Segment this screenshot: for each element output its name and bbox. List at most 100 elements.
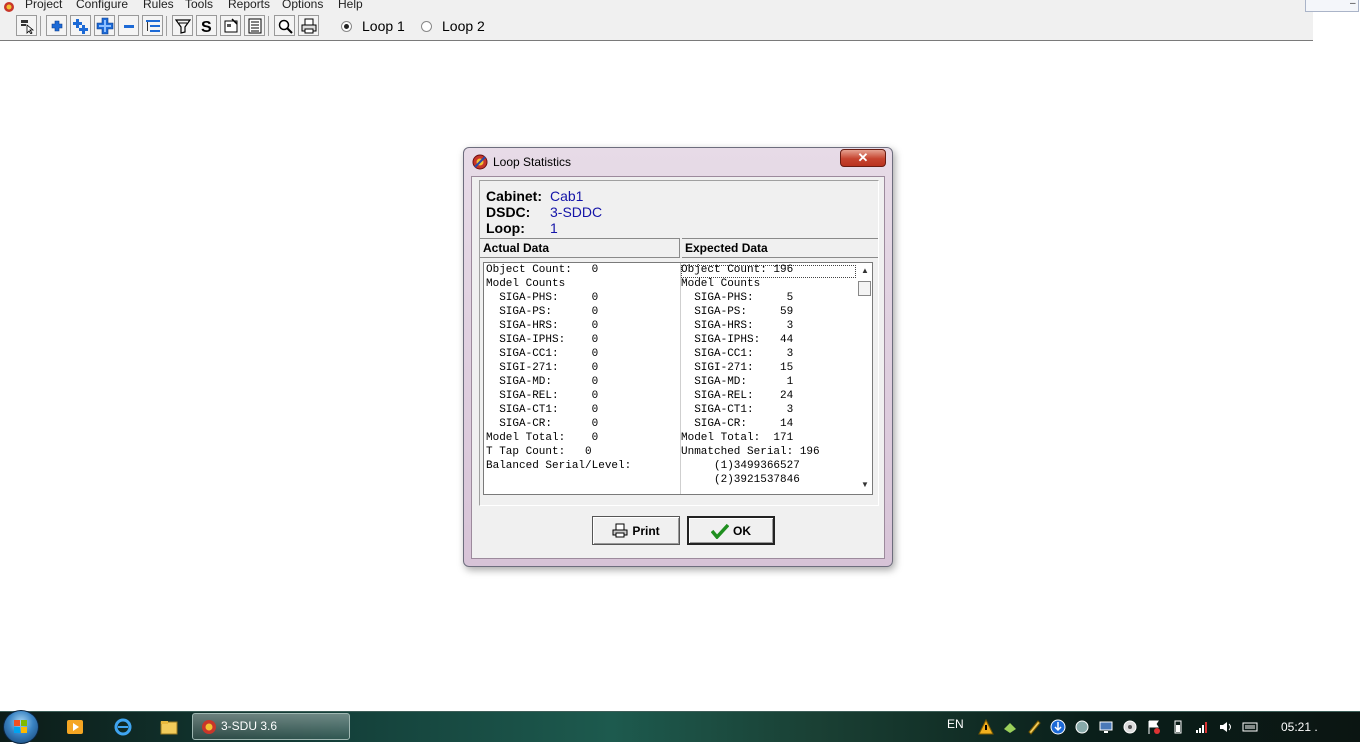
toolbar-separator: [268, 16, 269, 36]
network-tray-icon[interactable]: [1002, 719, 1018, 735]
clock[interactable]: 05:21 .: [1281, 720, 1318, 734]
actual-data-row: SIGA-PS: 0: [486, 306, 599, 318]
data-list-panel[interactable]: Object Count: 0 Model Counts SIGA-PHS: 0 …: [483, 262, 873, 495]
ok-button-label: OK: [733, 523, 751, 538]
remove-device-button[interactable]: [118, 15, 139, 36]
list-view-button[interactable]: [244, 15, 265, 36]
properties-button[interactable]: [220, 15, 241, 36]
taskbar-app-button[interactable]: 3-SDU 3.6: [192, 713, 350, 740]
actual-data-row: Model Counts: [486, 278, 566, 290]
loop-1-option[interactable]: Loop 1: [341, 18, 405, 34]
dsdc-value: 3-SDDC: [550, 204, 603, 220]
actual-data-row: SIGA-CC1: 0: [486, 348, 599, 360]
add-device-button[interactable]: [46, 15, 67, 36]
expected-data-row: SIGA-CT1: 3: [681, 404, 794, 416]
warning-tray-icon[interactable]: [978, 719, 994, 735]
expected-data-row: SIGA-CC1: 3: [681, 348, 794, 360]
windows-logo-icon: [14, 720, 27, 733]
language-indicator[interactable]: EN: [947, 717, 964, 731]
signal-tray-icon[interactable]: [1194, 719, 1210, 735]
app-logo-icon: [4, 2, 14, 12]
zoom-button[interactable]: [274, 15, 295, 36]
monitor-tray-icon[interactable]: [1098, 719, 1114, 735]
loop-label: Loop:: [486, 220, 525, 236]
list-icon: [248, 18, 261, 33]
expected-data-row: Object Count: 196: [681, 264, 794, 276]
internet-explorer-icon[interactable]: [114, 718, 132, 736]
actual-data-row: SIGA-PHS: 0: [486, 292, 599, 304]
printer-icon: [612, 523, 628, 538]
ok-button[interactable]: OK: [687, 516, 775, 545]
start-button[interactable]: [3, 710, 39, 744]
minimize-icon: –: [1350, 0, 1356, 9]
menu-project[interactable]: Project: [25, 0, 62, 10]
actual-data-row: Object Count: 0: [486, 264, 599, 276]
volume-icon[interactable]: [1218, 719, 1234, 735]
expected-data-header: Expected Data: [682, 238, 878, 258]
pen-tray-icon[interactable]: [1026, 719, 1042, 735]
toolbar: S Loop 1 Loop 2: [0, 12, 1313, 41]
taskbar-app-label: 3-SDU 3.6: [221, 719, 278, 733]
pointer-tool-button[interactable]: [16, 15, 37, 36]
action-center-flag-icon[interactable]: [1146, 719, 1162, 735]
scroll-down-icon[interactable]: ▼: [861, 480, 869, 489]
loop-2-radio[interactable]: [421, 20, 432, 32]
print-button[interactable]: Print: [592, 516, 680, 545]
explorer-folder-icon[interactable]: [160, 718, 178, 736]
minimize-button[interactable]: –: [1305, 0, 1359, 12]
pointer-icon: [20, 19, 34, 34]
actual-data-row: SIGA-CT1: 0: [486, 404, 599, 416]
expected-data-row: SIGA-HRS: 3: [681, 320, 794, 332]
filter-button[interactable]: [172, 15, 193, 36]
actual-data-row: SIGA-MD: 0: [486, 376, 599, 388]
media-player-icon[interactable]: [66, 718, 84, 736]
add-multiple-icon: [72, 18, 88, 34]
expected-data-row: SIGA-CR: 14: [681, 418, 794, 430]
toolbar-separator: [166, 16, 167, 36]
properties-icon: [224, 17, 238, 32]
s-tool-button[interactable]: S: [196, 15, 217, 36]
actual-data-row: Model Total: 0: [486, 432, 599, 444]
battery-tray-icon[interactable]: [1170, 719, 1186, 735]
menu-reports[interactable]: Reports: [228, 0, 270, 10]
close-button[interactable]: ✕: [840, 149, 886, 167]
vertical-scrollbar[interactable]: ▲ ▼: [857, 263, 872, 494]
close-icon: ✕: [857, 150, 869, 165]
print-icon: [301, 18, 316, 33]
add-branch-icon: [96, 17, 113, 34]
menu-tools[interactable]: Tools: [185, 0, 213, 10]
expected-data-row: SIGA-REL: 24: [681, 390, 794, 402]
loop-2-label: Loop 2: [442, 18, 485, 34]
remove-icon: [123, 24, 134, 28]
menu-options[interactable]: Options: [282, 0, 323, 10]
keyboard-tray-icon[interactable]: [1242, 719, 1258, 735]
funnel-icon: [174, 18, 191, 34]
cabinet-label: Cabinet:: [486, 188, 542, 204]
actual-data-row: SIGA-HRS: 0: [486, 320, 599, 332]
menu-configure[interactable]: Configure: [76, 0, 128, 10]
download-tray-icon[interactable]: [1050, 719, 1066, 735]
globe-tray-icon[interactable]: [1074, 719, 1090, 735]
app-logo-icon: [202, 720, 216, 734]
expected-data-row: SIGA-PS: 59: [681, 306, 794, 318]
menu-rules[interactable]: Rules: [143, 0, 174, 10]
add-branch-button[interactable]: [94, 15, 115, 36]
loop-1-radio[interactable]: [341, 20, 352, 32]
add-icon: [51, 20, 62, 31]
actual-data-row: SIGA-CR: 0: [486, 418, 599, 430]
menu-help[interactable]: Help: [338, 0, 363, 10]
loop-2-option[interactable]: Loop 2: [421, 18, 485, 34]
cabinet-row: Cabinet: Cab1: [486, 188, 583, 204]
print-toolbar-button[interactable]: [298, 15, 319, 36]
actual-data-list: Object Count: 0 Model Counts SIGA-PHS: 0 …: [486, 263, 631, 473]
tree-view-button[interactable]: [142, 15, 163, 36]
scroll-up-icon[interactable]: ▲: [861, 266, 869, 275]
expected-data-list: Object Count: 196 Model Counts SIGA-PHS: …: [681, 263, 820, 487]
actual-data-header: Actual Data: [480, 238, 680, 258]
scroll-thumb[interactable]: [858, 281, 871, 296]
menu-bar: Project Configure Rules Tools Reports Op…: [0, 0, 1313, 12]
disc-tray-icon[interactable]: [1122, 719, 1138, 735]
expected-data-row: (1)3499366527: [681, 460, 800, 472]
expected-data-row: SIGI-271: 15: [681, 362, 794, 374]
add-multiple-button[interactable]: [70, 15, 91, 36]
